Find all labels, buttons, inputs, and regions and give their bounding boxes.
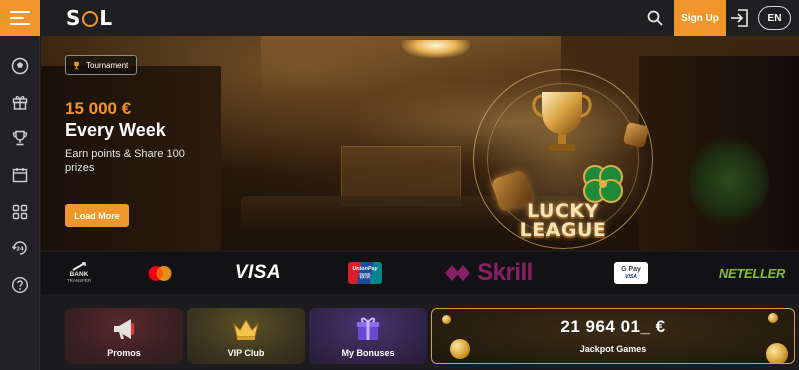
vip-club-card[interactable]: VIP Club [187, 308, 305, 364]
vip-club-label: VIP Club [227, 348, 265, 358]
top-header: SL Sign Up EN [0, 0, 799, 36]
visa-logo: VISA [234, 262, 282, 283]
my-bonuses-label: My Bonuses [341, 348, 395, 358]
bank-icon [72, 262, 86, 271]
quick-links: Promos VIP Club My Bonuses 21 964 01_ € [41, 296, 799, 370]
load-more-button[interactable]: Load More [65, 204, 129, 227]
menu-button[interactable] [0, 0, 40, 36]
logo[interactable]: SL [66, 6, 113, 30]
chandelier-image [401, 40, 471, 58]
jackpot-label: Jackpot Games [579, 344, 647, 354]
sidebar-item-sports[interactable] [8, 54, 32, 78]
neteller-logo: NETELLER [718, 265, 786, 281]
sidebar-item-support[interactable]: 24 [8, 236, 32, 260]
my-bonuses-card[interactable]: My Bonuses [309, 308, 427, 364]
prize-amount: 15 000 € [65, 99, 132, 118]
grid-icon [12, 204, 28, 220]
hero-subline: Earn points & Share 100 prizes [65, 148, 185, 174]
casino-app: SL Sign Up EN 24 Tournament 15 000 € Eve… [0, 0, 799, 370]
sidebar-item-promotions[interactable] [8, 90, 32, 114]
hero-headline: Every Week [65, 120, 166, 140]
hero-banner[interactable]: Tournament 15 000 € Every Week Earn poin… [41, 36, 799, 250]
gift-box-icon [357, 317, 379, 340]
calendar-icon [12, 168, 28, 183]
unionpay-logo: UnionPay 银联 [345, 252, 385, 294]
mastercard-logo [145, 252, 175, 294]
plant-image [689, 136, 769, 226]
svg-text:24: 24 [16, 247, 24, 253]
signup-button[interactable]: Sign Up [674, 0, 726, 36]
lucky-league-title: LUCKY LEAGUE [519, 200, 607, 241]
gift-icon [12, 96, 28, 110]
jackpot-amount: 21 964 01_ € [560, 317, 666, 336]
lucky-league-emblem: LUCKY LEAGUE [465, 64, 675, 250]
sidebar-item-tournaments[interactable] [8, 126, 32, 150]
jackpot-games-card[interactable]: 21 964 01_ € Jackpot Games [431, 308, 795, 364]
google-pay-visa-logo: G Pay VISA [611, 252, 651, 294]
skrill-icon [445, 265, 471, 281]
sidebar: 24 [0, 36, 40, 370]
badge-label: Tournament [86, 60, 129, 70]
support-24-icon: 24 [11, 241, 27, 255]
megaphone-icon [114, 319, 134, 339]
sidebar-item-calendar[interactable] [8, 163, 32, 187]
hamburger-icon [10, 11, 30, 13]
skrill-logo: Skrill [439, 252, 537, 294]
football-icon [11, 57, 29, 75]
tournament-badge: Tournament [65, 55, 138, 75]
promos-label: Promos [107, 348, 141, 358]
trophy-icon [12, 130, 28, 146]
help-icon [11, 276, 29, 294]
payment-methods-strip: BANK TRANSFER VISA UnionPay 银联 Skrill G … [41, 252, 799, 294]
cup-icon [532, 92, 592, 151]
sun-icon [82, 11, 99, 27]
login-icon[interactable] [728, 7, 750, 29]
sidebar-item-games[interactable] [8, 200, 32, 224]
sidebar-item-help[interactable] [8, 273, 32, 297]
bank-transfer-logo: BANK TRANSFER [59, 252, 99, 294]
trophy-icon [74, 61, 79, 69]
promos-card[interactable]: Promos [65, 308, 183, 364]
search-icon[interactable] [646, 9, 664, 27]
crown-icon [233, 319, 259, 340]
language-selector[interactable]: EN [758, 6, 791, 30]
